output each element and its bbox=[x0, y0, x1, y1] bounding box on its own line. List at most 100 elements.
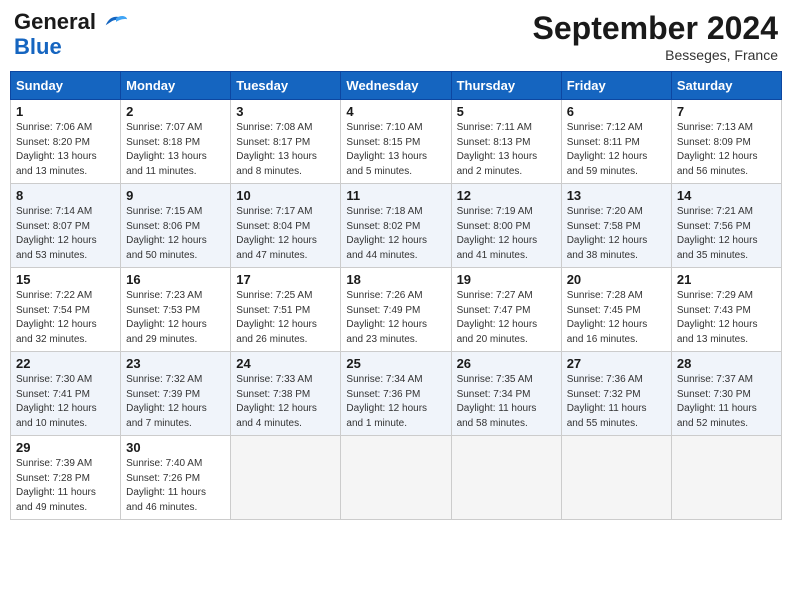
day-info: Sunrise: 7:07 AMSunset: 8:18 PMDaylight:… bbox=[126, 121, 225, 179]
day-info: Sunrise: 7:28 AMSunset: 7:45 PMDaylight:… bbox=[567, 289, 666, 347]
weekday-header-sunday: Sunday bbox=[11, 72, 121, 100]
calendar-cell: 2 Sunrise: 7:07 AMSunset: 8:18 PMDaylight… bbox=[121, 100, 231, 184]
day-info: Sunrise: 7:23 AMSunset: 7:53 PMDaylight:… bbox=[126, 289, 225, 347]
calendar-cell: 9 Sunrise: 7:15 AMSunset: 8:06 PMDaylight… bbox=[121, 184, 231, 268]
calendar-cell: 28 Sunrise: 7:37 AMSunset: 7:30 PMDayligh… bbox=[671, 352, 781, 436]
day-info: Sunrise: 7:33 AMSunset: 7:38 PMDaylight:… bbox=[236, 373, 335, 431]
day-number: 2 bbox=[126, 104, 225, 119]
calendar-cell: 23 Sunrise: 7:32 AMSunset: 7:39 PMDayligh… bbox=[121, 352, 231, 436]
day-info: Sunrise: 7:06 AMSunset: 8:20 PMDaylight:… bbox=[16, 121, 115, 179]
calendar-cell: 13 Sunrise: 7:20 AMSunset: 7:58 PMDayligh… bbox=[561, 184, 671, 268]
calendar-cell: 3Sunrise: 7:08 AMSunset: 8:17 PMDaylight… bbox=[231, 100, 341, 184]
calendar-cell: 17Sunrise: 7:25 AMSunset: 7:51 PMDayligh… bbox=[231, 268, 341, 352]
calendar-cell: 1 Sunrise: 7:06 AMSunset: 8:20 PMDaylight… bbox=[11, 100, 121, 184]
day-info: Sunrise: 7:15 AMSunset: 8:06 PMDaylight:… bbox=[126, 205, 225, 263]
weekday-header-wednesday: Wednesday bbox=[341, 72, 451, 100]
day-info: Sunrise: 7:20 AMSunset: 7:58 PMDaylight:… bbox=[567, 205, 666, 263]
day-number: 7 bbox=[677, 104, 776, 119]
weekday-header-tuesday: Tuesday bbox=[231, 72, 341, 100]
logo-general: General bbox=[14, 9, 96, 34]
calendar-cell: 11Sunrise: 7:18 AMSunset: 8:02 PMDayligh… bbox=[341, 184, 451, 268]
day-number: 14 bbox=[677, 188, 776, 203]
calendar-cell: 15Sunrise: 7:22 AMSunset: 7:54 PMDayligh… bbox=[11, 268, 121, 352]
calendar-cell: 4Sunrise: 7:10 AMSunset: 8:15 PMDaylight… bbox=[341, 100, 451, 184]
week-row-1: 1 Sunrise: 7:06 AMSunset: 8:20 PMDaylight… bbox=[11, 100, 782, 184]
calendar-cell: 16Sunrise: 7:23 AMSunset: 7:53 PMDayligh… bbox=[121, 268, 231, 352]
day-number: 18 bbox=[346, 272, 445, 287]
day-info: Sunrise: 7:12 AMSunset: 8:11 PMDaylight:… bbox=[567, 121, 666, 179]
calendar-cell bbox=[231, 436, 341, 520]
calendar-cell: 27 Sunrise: 7:36 AMSunset: 7:32 PMDayligh… bbox=[561, 352, 671, 436]
day-number: 22 bbox=[16, 356, 115, 371]
calendar-cell: 24 Sunrise: 7:33 AMSunset: 7:38 PMDayligh… bbox=[231, 352, 341, 436]
day-number: 4 bbox=[346, 104, 445, 119]
day-number: 6 bbox=[567, 104, 666, 119]
calendar-cell: 22 Sunrise: 7:30 AMSunset: 7:41 PMDayligh… bbox=[11, 352, 121, 436]
calendar-cell bbox=[561, 436, 671, 520]
day-info: Sunrise: 7:14 AMSunset: 8:07 PMDaylight:… bbox=[16, 205, 115, 263]
calendar-cell: 14 Sunrise: 7:21 AMSunset: 7:56 PMDayligh… bbox=[671, 184, 781, 268]
calendar-cell: 29Sunrise: 7:39 AMSunset: 7:28 PMDayligh… bbox=[11, 436, 121, 520]
day-number: 30 bbox=[126, 440, 225, 455]
day-info: Sunrise: 7:18 AMSunset: 8:02 PMDaylight:… bbox=[346, 205, 445, 263]
calendar-cell bbox=[671, 436, 781, 520]
day-number: 9 bbox=[126, 188, 225, 203]
day-number: 12 bbox=[457, 188, 556, 203]
day-number: 23 bbox=[126, 356, 225, 371]
day-number: 20 bbox=[567, 272, 666, 287]
day-info: Sunrise: 7:21 AMSunset: 7:56 PMDaylight:… bbox=[677, 205, 776, 263]
calendar-cell bbox=[451, 436, 561, 520]
day-number: 26 bbox=[457, 356, 556, 371]
calendar-table: SundayMondayTuesdayWednesdayThursdayFrid… bbox=[10, 71, 782, 520]
day-info: Sunrise: 7:37 AMSunset: 7:30 PMDaylight:… bbox=[677, 373, 776, 431]
week-row-4: 22 Sunrise: 7:30 AMSunset: 7:41 PMDayligh… bbox=[11, 352, 782, 436]
calendar-cell: 5Sunrise: 7:11 AMSunset: 8:13 PMDaylight… bbox=[451, 100, 561, 184]
day-info: Sunrise: 7:36 AMSunset: 7:32 PMDaylight:… bbox=[567, 373, 666, 431]
day-number: 29 bbox=[16, 440, 115, 455]
weekday-header-saturday: Saturday bbox=[671, 72, 781, 100]
week-row-2: 8 Sunrise: 7:14 AMSunset: 8:07 PMDaylight… bbox=[11, 184, 782, 268]
page-header: General Blue September 2024 Besseges, Fr… bbox=[10, 10, 782, 63]
day-number: 24 bbox=[236, 356, 335, 371]
weekday-header-row: SundayMondayTuesdayWednesdayThursdayFrid… bbox=[11, 72, 782, 100]
day-number: 19 bbox=[457, 272, 556, 287]
logo-bird-icon bbox=[104, 13, 128, 29]
calendar-cell bbox=[341, 436, 451, 520]
calendar-cell: 10Sunrise: 7:17 AMSunset: 8:04 PMDayligh… bbox=[231, 184, 341, 268]
day-info: Sunrise: 7:30 AMSunset: 7:41 PMDaylight:… bbox=[16, 373, 115, 431]
calendar-cell: 30 Sunrise: 7:40 AMSunset: 7:26 PMDayligh… bbox=[121, 436, 231, 520]
location: Besseges, France bbox=[533, 47, 778, 63]
day-info: Sunrise: 7:25 AMSunset: 7:51 PMDaylight:… bbox=[236, 289, 335, 347]
day-number: 21 bbox=[677, 272, 776, 287]
day-number: 1 bbox=[16, 104, 115, 119]
day-info: Sunrise: 7:27 AMSunset: 7:47 PMDaylight:… bbox=[457, 289, 556, 347]
calendar-cell: 26Sunrise: 7:35 AMSunset: 7:34 PMDayligh… bbox=[451, 352, 561, 436]
day-info: Sunrise: 7:40 AMSunset: 7:26 PMDaylight:… bbox=[126, 457, 225, 515]
day-number: 10 bbox=[236, 188, 335, 203]
weekday-header-monday: Monday bbox=[121, 72, 231, 100]
day-info: Sunrise: 7:32 AMSunset: 7:39 PMDaylight:… bbox=[126, 373, 225, 431]
calendar-cell: 7 Sunrise: 7:13 AMSunset: 8:09 PMDaylight… bbox=[671, 100, 781, 184]
calendar-cell: 25Sunrise: 7:34 AMSunset: 7:36 PMDayligh… bbox=[341, 352, 451, 436]
logo: General Blue bbox=[14, 10, 128, 60]
calendar-cell: 21 Sunrise: 7:29 AMSunset: 7:43 PMDayligh… bbox=[671, 268, 781, 352]
day-number: 15 bbox=[16, 272, 115, 287]
calendar-cell: 8 Sunrise: 7:14 AMSunset: 8:07 PMDaylight… bbox=[11, 184, 121, 268]
week-row-3: 15Sunrise: 7:22 AMSunset: 7:54 PMDayligh… bbox=[11, 268, 782, 352]
day-info: Sunrise: 7:34 AMSunset: 7:36 PMDaylight:… bbox=[346, 373, 445, 431]
calendar-cell: 18 Sunrise: 7:26 AMSunset: 7:49 PMDayligh… bbox=[341, 268, 451, 352]
day-info: Sunrise: 7:11 AMSunset: 8:13 PMDaylight:… bbox=[457, 121, 556, 179]
day-info: Sunrise: 7:13 AMSunset: 8:09 PMDaylight:… bbox=[677, 121, 776, 179]
day-info: Sunrise: 7:19 AMSunset: 8:00 PMDaylight:… bbox=[457, 205, 556, 263]
day-number: 3 bbox=[236, 104, 335, 119]
day-number: 13 bbox=[567, 188, 666, 203]
logo-blue: Blue bbox=[14, 34, 62, 60]
weekday-header-thursday: Thursday bbox=[451, 72, 561, 100]
week-row-5: 29Sunrise: 7:39 AMSunset: 7:28 PMDayligh… bbox=[11, 436, 782, 520]
day-number: 28 bbox=[677, 356, 776, 371]
calendar-cell: 12 Sunrise: 7:19 AMSunset: 8:00 PMDayligh… bbox=[451, 184, 561, 268]
day-number: 27 bbox=[567, 356, 666, 371]
day-info: Sunrise: 7:29 AMSunset: 7:43 PMDaylight:… bbox=[677, 289, 776, 347]
day-info: Sunrise: 7:26 AMSunset: 7:49 PMDaylight:… bbox=[346, 289, 445, 347]
day-number: 8 bbox=[16, 188, 115, 203]
